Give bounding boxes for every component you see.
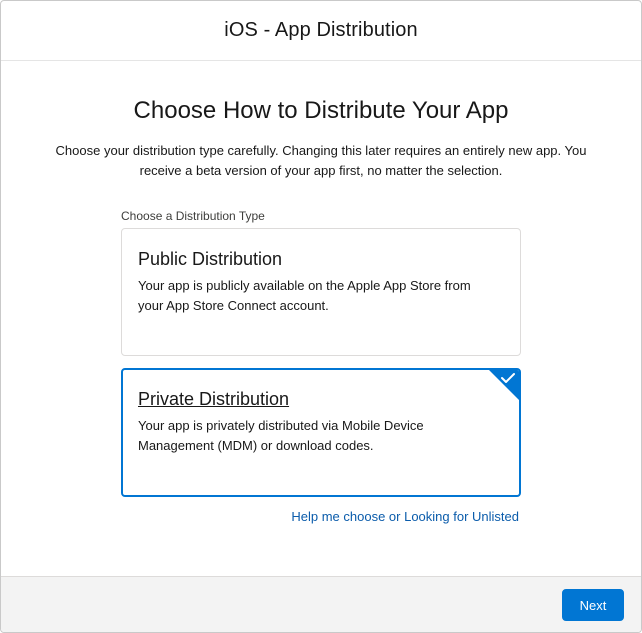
help-choose-link[interactable]: Help me choose or Looking for Unlisted	[291, 509, 519, 524]
distribution-type-label: Choose a Distribution Type	[121, 209, 265, 223]
private-desc-line-1: Your app is privately distributed via Mo…	[138, 418, 424, 433]
modal-title: iOS - App Distribution	[224, 19, 418, 41]
modal-header: iOS - App Distribution	[1, 1, 641, 61]
public-distribution-description: Your app is publicly available on the Ap…	[138, 276, 508, 316]
intro-line-2: receive a beta version of your app first…	[139, 163, 503, 178]
private-distribution-title: Private Distribution	[138, 389, 290, 409]
intro-line-1: Choose your distribution type carefully.…	[55, 143, 587, 158]
checkmark-icon	[489, 370, 519, 400]
public-desc-line-2: your App Store Connect account.	[138, 298, 329, 313]
public-distribution-title: Public Distribution	[138, 249, 283, 269]
public-distribution-option[interactable]: Public Distribution Your app is publicly…	[121, 228, 521, 356]
private-distribution-description: Your app is privately distributed via Mo…	[138, 416, 508, 456]
modal-footer: Next	[1, 576, 641, 632]
public-desc-line-1: Your app is publicly available on the Ap…	[138, 278, 471, 293]
page-heading: Choose How to Distribute Your App	[133, 97, 509, 124]
intro-text: Choose your distribution type carefully.…	[31, 141, 611, 181]
private-desc-line-2: Management (MDM) or download codes.	[138, 438, 374, 453]
private-distribution-option[interactable]: Private Distribution Your app is private…	[121, 368, 521, 497]
distribution-modal: iOS - App Distribution Choose How to Dis…	[0, 0, 642, 633]
next-button[interactable]: Next	[562, 589, 624, 621]
